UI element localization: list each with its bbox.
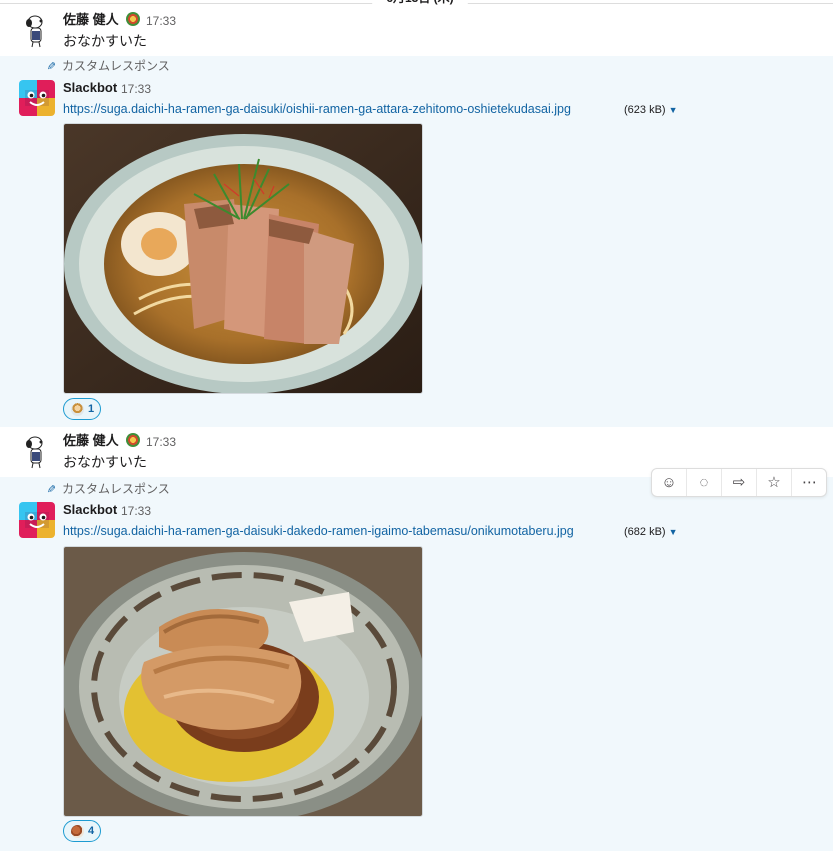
slackbot-avatar[interactable] (19, 80, 55, 116)
message-text: おなかすいた (63, 454, 147, 470)
more-icon[interactable]: ⋯ (792, 469, 827, 496)
message-text: おなかすいた (63, 33, 147, 49)
ramen-emoji-icon (71, 403, 84, 416)
sender-name[interactable]: Slackbot (63, 502, 117, 518)
reaction-button[interactable]: 4 (63, 820, 101, 842)
ramen-photo[interactable] (63, 123, 423, 394)
chicken-rice-photo[interactable] (63, 546, 423, 817)
chevron-down-icon[interactable]: ▼ (669, 105, 678, 115)
share-icon[interactable]: ⇨ (722, 469, 757, 496)
date-label[interactable]: 6月13日 (木) (372, 0, 468, 8)
message-pane: 6月13日 (木) 佐藤 健人 17:33 おなかすいた ✎カスタムレスポンス (0, 0, 833, 851)
message-bot: ✎ カスタムレスポンス Slackbot 17:33 https://suga.d… (0, 56, 833, 427)
avatar[interactable] (19, 13, 55, 49)
file-link[interactable]: https://suga.daichi-ha-ramen-ga-daisuki-… (63, 523, 574, 539)
reply-thread-icon[interactable]: ◌ (687, 469, 722, 496)
message-time[interactable]: 17:33 (146, 13, 176, 29)
star-icon[interactable]: ☆ (757, 469, 792, 496)
meat-on-bone-emoji-icon (71, 825, 84, 838)
message-user: 佐藤 健人 17:33 おなかすいた (0, 8, 833, 56)
reaction-count: 4 (88, 825, 95, 837)
status-emoji-icon[interactable] (126, 12, 140, 26)
custom-response-label: ✎ カスタムレスポンス (44, 59, 170, 74)
sender-name[interactable]: Slackbot (63, 80, 117, 96)
message-actions-toolbar: ☺ ◌ ⇨ ☆ ⋯ (651, 468, 827, 497)
file-link[interactable]: https://suga.daichi-ha-ramen-ga-daisuki/… (63, 101, 571, 117)
message-time[interactable]: 17:33 (121, 503, 151, 519)
add-reaction-icon[interactable]: ☺ (652, 469, 687, 496)
reaction-count: 1 (88, 403, 95, 415)
message-time[interactable]: 17:33 (121, 81, 151, 97)
chevron-down-icon[interactable]: ▼ (669, 527, 678, 537)
file-size[interactable]: (623 kB) ▼ (624, 102, 678, 118)
reaction-button[interactable]: 1 (63, 398, 101, 420)
avatar[interactable] (19, 434, 55, 470)
status-emoji-icon[interactable] (126, 433, 140, 447)
slackbot-avatar[interactable] (19, 502, 55, 538)
pencil-icon: ✎ (46, 61, 56, 73)
message-time[interactable]: 17:33 (146, 434, 176, 450)
message-bot: ✎ カスタムレスポンス Slackbot 17:33 https://suga.d… (0, 477, 833, 851)
sender-name[interactable]: 佐藤 健人 (63, 433, 119, 449)
custom-response-label: ✎ カスタムレスポンス (44, 482, 170, 497)
pencil-icon: ✎ (46, 484, 56, 496)
file-size[interactable]: (682 kB) ▼ (624, 524, 678, 540)
sender-name[interactable]: 佐藤 健人 (63, 12, 119, 28)
